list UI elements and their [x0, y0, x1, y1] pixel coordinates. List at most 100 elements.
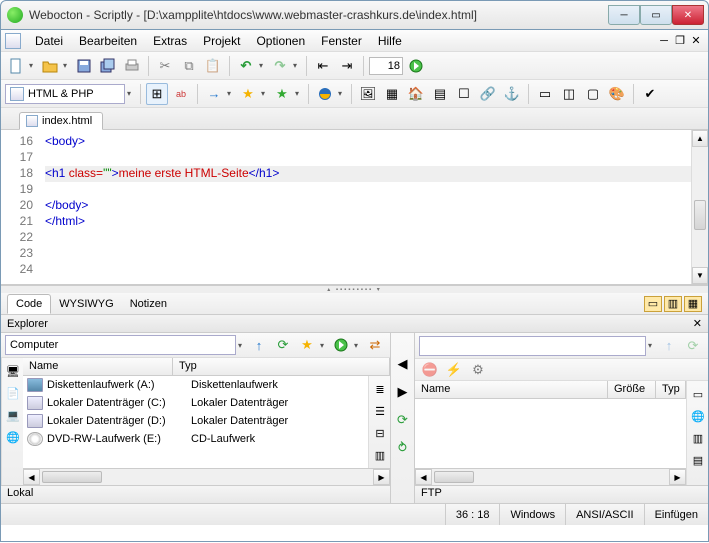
ftp-address-combo[interactable]	[419, 336, 646, 356]
scroll-thumb[interactable]	[694, 200, 706, 230]
open-file-icon[interactable]	[39, 55, 61, 77]
indent-icon[interactable]: ⇥	[336, 55, 358, 77]
ftp-col-type[interactable]: Typ	[656, 381, 686, 398]
ftp-view-2-icon[interactable]: 🌐	[689, 407, 707, 425]
ftp-up-icon[interactable]: ↑	[658, 335, 680, 357]
drive-row[interactable]: Lokaler Datenträger (C:)Lokaler Datenträ…	[23, 394, 368, 412]
maximize-button[interactable]: ▭	[640, 5, 672, 25]
mdi-minimize-button[interactable]: ─	[656, 35, 672, 47]
drive-row[interactable]: Lokaler Datenträger (D:)Lokaler Datenträ…	[23, 412, 368, 430]
scroll-left-icon[interactable]: ◀	[23, 469, 40, 485]
splitter[interactable]: ▴ ▪▪▪▪▪▪▪▪▪ ▾	[1, 285, 708, 293]
ftp-refresh-icon[interactable]: ⟳	[682, 335, 704, 357]
drive-row[interactable]: Diskettenlaufwerk (A:)Diskettenlaufwerk	[23, 376, 368, 394]
view-wysiwyg-icon[interactable]: ab	[170, 83, 192, 105]
vertical-scrollbar[interactable]: ▲ ▼	[691, 130, 708, 284]
status-enc[interactable]: ANSI/ASCII	[565, 504, 643, 525]
validate-icon[interactable]: ✔	[639, 83, 661, 105]
scroll-down-icon[interactable]: ▼	[692, 267, 708, 284]
viewtab-wysiwyg[interactable]: WYSIWYG	[51, 295, 121, 313]
view-code-icon[interactable]: ⊞	[146, 83, 168, 105]
ftp-view-3-icon[interactable]: ▥	[689, 429, 707, 447]
ftp-col-name[interactable]: Name	[415, 381, 608, 398]
code-area[interactable]: <body><h1 class="">meine erste HTML-Seit…	[41, 130, 691, 284]
menu-datei[interactable]: Datei	[27, 32, 71, 50]
transfer-icon[interactable]: ⇄	[364, 334, 386, 356]
run-icon[interactable]	[330, 334, 352, 356]
star-yellow-icon[interactable]: ★	[237, 83, 259, 105]
goto-line-icon[interactable]	[405, 55, 427, 77]
drive-list[interactable]: Diskettenlaufwerk (A:)DiskettenlaufwerkL…	[23, 376, 390, 468]
menu-extras[interactable]: Extras	[145, 32, 195, 50]
browser-ie-icon[interactable]	[314, 83, 336, 105]
anchor-icon[interactable]: ⚓	[501, 83, 523, 105]
ftp-stop-icon[interactable]: ⛔	[419, 359, 441, 381]
mdi-close-button[interactable]: ✕	[688, 34, 704, 47]
editor[interactable]: 161718192021222324 <body><h1 class="">me…	[1, 130, 708, 285]
view-detail-icon[interactable]: ☰	[371, 402, 389, 420]
file-tab[interactable]: index.html	[19, 112, 103, 130]
ftp-col-size[interactable]: Größe	[608, 381, 656, 398]
refresh-icon[interactable]: ⟳	[272, 334, 294, 356]
desktop-icon[interactable]: 🖥	[4, 362, 22, 380]
drive-row[interactable]: DVD-RW-Laufwerk (E:)CD-Laufwerk	[23, 430, 368, 448]
print-icon[interactable]	[121, 55, 143, 77]
minimize-button[interactable]: ─	[608, 5, 640, 25]
redo-icon[interactable]: ↷	[269, 55, 291, 77]
scroll-up-icon[interactable]: ▲	[692, 130, 708, 147]
upload-icon[interactable]: ◀	[392, 353, 414, 375]
network-icon[interactable]: 🌐	[4, 428, 22, 446]
close-button[interactable]: ✕	[672, 5, 704, 25]
menu-hilfe[interactable]: Hilfe	[370, 32, 410, 50]
ftp-hscroll[interactable]: ◀ ▶	[415, 468, 686, 485]
panel-layout-1-icon[interactable]: ▭	[644, 296, 662, 312]
new-file-icon[interactable]	[5, 55, 27, 77]
favorite-icon[interactable]: ★	[296, 334, 318, 356]
ftp-settings-icon[interactable]: ⚙	[467, 359, 489, 381]
insert-image-icon[interactable]: 🖼	[357, 83, 379, 105]
status-eol[interactable]: Windows	[499, 504, 565, 525]
computer-icon[interactable]: 💻	[4, 406, 22, 424]
scroll-right-icon[interactable]: ▶	[669, 469, 686, 485]
scroll-right-icon[interactable]: ▶	[373, 469, 390, 485]
scroll-left-icon[interactable]: ◀	[415, 469, 432, 485]
save-all-icon[interactable]	[97, 55, 119, 77]
panel-close-icon[interactable]: ✕	[693, 317, 702, 330]
span-icon[interactable]: ▢	[582, 83, 604, 105]
viewtab-code[interactable]: Code	[7, 294, 51, 314]
local-hscroll[interactable]: ◀ ▶	[23, 468, 390, 485]
view-tree-icon[interactable]: ⊟	[371, 424, 389, 442]
palette-icon[interactable]: 🎨	[606, 83, 628, 105]
insert-table-icon[interactable]: ▦	[381, 83, 403, 105]
mdi-restore-button[interactable]: ❐	[672, 34, 688, 47]
ftp-list[interactable]	[415, 399, 686, 468]
outdent-icon[interactable]: ⇤	[312, 55, 334, 77]
copy-icon[interactable]: ⧉	[178, 55, 200, 77]
grid-icon[interactable]: ▤	[429, 83, 451, 105]
cut-icon[interactable]: ✂	[154, 55, 176, 77]
home-icon[interactable]: 🏠	[405, 83, 427, 105]
panel-layout-3-icon[interactable]: ▦	[684, 296, 702, 312]
undo-icon[interactable]: ↶	[235, 55, 257, 77]
status-ins[interactable]: Einfügen	[644, 504, 708, 525]
ftp-view-4-icon[interactable]: ▤	[689, 451, 707, 469]
line-number-input[interactable]: 18	[369, 57, 403, 75]
menu-optionen[interactable]: Optionen	[248, 32, 313, 50]
language-combo[interactable]: HTML & PHP	[5, 84, 125, 104]
view-cols-icon[interactable]: ▥	[371, 446, 389, 464]
panel-layout-2-icon[interactable]: ▥	[664, 296, 682, 312]
viewtab-notizen[interactable]: Notizen	[122, 295, 175, 313]
link-icon[interactable]: 🔗	[477, 83, 499, 105]
arrow-right-icon[interactable]: →	[203, 83, 225, 105]
sync-icon[interactable]: ⟳	[392, 409, 414, 431]
col-type[interactable]: Typ	[173, 358, 390, 375]
div-icon[interactable]: ◫	[558, 83, 580, 105]
form-icon[interactable]: ☐	[453, 83, 475, 105]
ftp-view-1-icon[interactable]: ▭	[689, 385, 707, 403]
menu-fenster[interactable]: Fenster	[313, 32, 370, 50]
col-name[interactable]: Name	[23, 358, 173, 375]
address-combo[interactable]: Computer	[5, 335, 236, 355]
scroll-thumb[interactable]	[42, 471, 102, 483]
menu-projekt[interactable]: Projekt	[195, 32, 248, 50]
layer-icon[interactable]: ▭	[534, 83, 556, 105]
